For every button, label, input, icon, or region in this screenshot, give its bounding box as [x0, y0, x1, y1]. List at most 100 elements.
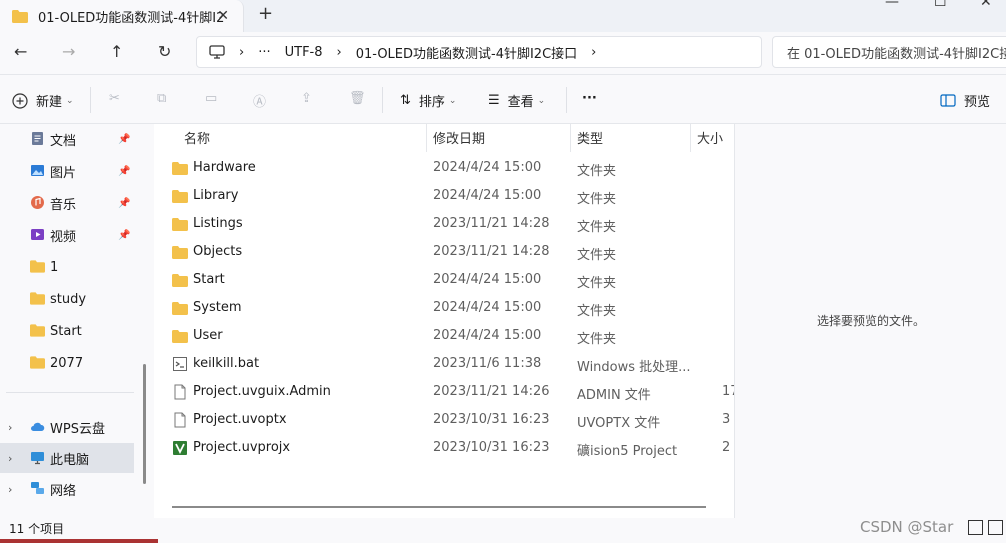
column-header-name[interactable]: 名称: [184, 124, 210, 150]
sort-ascending-icon: ⌃: [298, 124, 308, 131]
view-button[interactable]: ☰ 查看 ⌄: [488, 91, 545, 110]
file-type: UVOPTX 文件: [577, 416, 661, 431]
divider: [382, 87, 383, 113]
sidebar-item-label: Start: [50, 323, 82, 339]
sidebar-item-network[interactable]: › 网络: [0, 474, 134, 504]
monitor-icon: [209, 45, 225, 59]
refresh-button[interactable]: ↻: [158, 42, 171, 61]
table-row[interactable]: Objects 2023/11/21 14:28 文件夹: [154, 238, 734, 266]
chevron-right-icon[interactable]: ›: [8, 452, 12, 465]
chevron-down-icon: ⌄: [537, 95, 546, 106]
back-button[interactable]: ←: [14, 42, 27, 61]
file-type: 文件夹: [577, 164, 617, 179]
file-date: 2023/11/21 14:28: [433, 244, 550, 259]
new-button[interactable]: 新建 ⌄: [12, 91, 74, 110]
paste-button[interactable]: ▭: [205, 91, 217, 106]
close-window-button[interactable]: ✕: [980, 0, 992, 10]
folder-icon: [30, 260, 45, 273]
file-size: 2: [722, 440, 731, 455]
sidebar-item-label: 此电脑: [50, 452, 90, 468]
divider: [6, 392, 134, 393]
horizontal-scrollbar[interactable]: [172, 506, 706, 508]
file-type: 文件夹: [577, 304, 617, 319]
breadcrumb-current[interactable]: 01-OLED功能函数测试-4针脚I2C接口: [356, 43, 577, 62]
tiles-view-icon[interactable]: [988, 520, 1003, 535]
sidebar-item-wps-cloud[interactable]: › WPS云盘: [0, 412, 134, 442]
new-tab-button[interactable]: +: [258, 3, 273, 24]
folder-icon: [172, 216, 188, 232]
table-row[interactable]: keilkill.bat 2023/11/6 11:38 Windows 批处理..…: [154, 350, 734, 378]
search-input[interactable]: 在 01-OLED功能函数测试-4针脚I2C接口: [772, 36, 1006, 68]
column-divider[interactable]: [426, 124, 427, 152]
sidebar-item-2077[interactable]: 2077: [0, 348, 134, 378]
breadcrumb-more[interactable]: ···: [258, 45, 270, 60]
folder-icon: [12, 9, 28, 23]
sidebar-item-start[interactable]: Start: [0, 316, 134, 346]
sidebar-scrollbar[interactable]: [143, 364, 146, 484]
divider: [566, 87, 567, 113]
table-row[interactable]: Project.uvprojx 2023/10/31 16:23 礦ision5 P…: [154, 434, 734, 462]
table-row[interactable]: Start 2024/4/24 15:00 文件夹: [154, 266, 734, 294]
preview-button[interactable]: 预览: [940, 91, 990, 110]
tab-current[interactable]: 01-OLED功能函数测试-4针脚I2 ✕: [0, 0, 244, 32]
table-row[interactable]: System 2024/4/24 15:00 文件夹: [154, 294, 734, 322]
file-name: Project.uvoptx: [193, 412, 287, 427]
sidebar-item-label: 视频: [50, 229, 77, 245]
chevron-right-icon[interactable]: ›: [8, 483, 12, 496]
file-date: 2024/4/24 15:00: [433, 160, 542, 175]
file-name: User: [193, 328, 223, 343]
preview-pane-icon: [940, 94, 956, 107]
pin-icon: 📌: [118, 197, 131, 209]
cut-button[interactable]: ✂: [109, 91, 120, 106]
computer-icon: [31, 452, 44, 465]
column-header-size[interactable]: 大小: [697, 124, 723, 150]
breadcrumb-sep[interactable]: ›: [591, 45, 596, 60]
forward-button[interactable]: →: [62, 42, 75, 61]
table-row[interactable]: Project.uvguix.Admin 2023/11/21 14:26 ADMI…: [154, 378, 734, 406]
delete-button[interactable]: 🗑: [349, 91, 366, 106]
up-button[interactable]: ↑: [110, 42, 123, 61]
column-header-date[interactable]: 修改日期: [433, 124, 485, 150]
copy-button[interactable]: ⧉: [157, 91, 166, 106]
details-view-icon[interactable]: [968, 520, 983, 535]
table-row[interactable]: User 2024/4/24 15:00 文件夹: [154, 322, 734, 350]
more-button[interactable]: ···: [582, 91, 597, 106]
trash-icon: 🗑: [349, 91, 366, 106]
table-row[interactable]: Library 2024/4/24 15:00 文件夹: [154, 182, 734, 210]
rename-button[interactable]: Ⓐ: [253, 91, 266, 110]
sidebar-item-videos[interactable]: 视频 📌: [0, 220, 134, 250]
sidebar-item-documents[interactable]: 文档 📌: [0, 124, 134, 154]
column-divider[interactable]: [570, 124, 571, 152]
music-icon: [31, 196, 44, 209]
sidebar-item-1[interactable]: 1: [0, 252, 134, 282]
taskbar-fragment: [0, 539, 158, 543]
breadcrumb-utf8[interactable]: UTF-8: [285, 45, 323, 60]
table-row[interactable]: Listings 2023/11/21 14:28 文件夹: [154, 210, 734, 238]
tab-close-icon[interactable]: ✕: [217, 8, 229, 24]
copy-icon: ⧉: [157, 91, 167, 106]
pictures-icon: [31, 165, 44, 176]
share-button[interactable]: ⇪: [301, 91, 312, 106]
table-row[interactable]: Hardware 2024/4/24 15:00 文件夹: [154, 154, 734, 182]
sidebar-item-label: 1: [50, 259, 59, 275]
file-icon: [172, 412, 188, 428]
sidebar-item-music[interactable]: 音乐 📌: [0, 188, 134, 218]
chevron-right-icon[interactable]: ›: [8, 421, 12, 434]
maximize-button[interactable]: ☐: [934, 0, 947, 10]
rename-icon: Ⓐ: [253, 95, 267, 110]
sort-icon: ⇅: [400, 93, 411, 108]
sort-button[interactable]: ⇅ 排序 ⌄: [400, 91, 456, 110]
table-row[interactable]: Project.uvoptx 2023/10/31 16:23 UVOPTX 文件 3: [154, 406, 734, 434]
file-date: 2024/4/24 15:00: [433, 272, 542, 287]
sort-label: 排序: [418, 95, 445, 110]
column-divider[interactable]: [690, 124, 691, 152]
sidebar-item-pictures[interactable]: 图片 📌: [0, 156, 134, 186]
address-input[interactable]: › ··· UTF-8 › 01-OLED功能函数测试-4针脚I2C接口 ›: [196, 36, 762, 68]
minimize-button[interactable]: —: [885, 0, 899, 10]
sidebar-item-study[interactable]: study: [0, 284, 134, 314]
watermark: CSDN @Star: [860, 518, 954, 536]
folder-icon: [30, 324, 45, 337]
sidebar-item-label: WPS云盘: [50, 421, 105, 437]
sidebar-item-this-pc[interactable]: › 此电脑: [0, 443, 134, 473]
column-header-type[interactable]: 类型: [577, 124, 603, 150]
